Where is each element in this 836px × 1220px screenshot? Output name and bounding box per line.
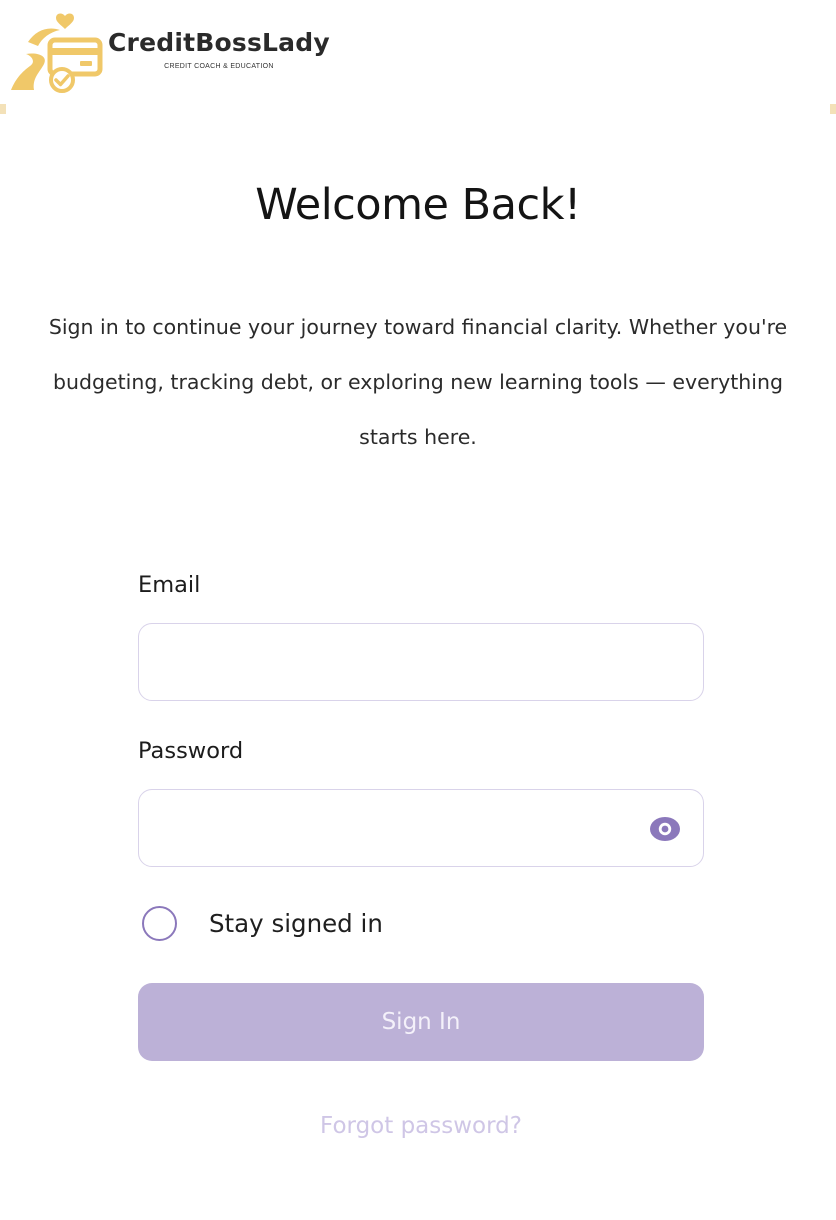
forgot-password-link[interactable]: Forgot password? [138,1113,704,1139]
stay-signed-in-label: Stay signed in [209,909,383,938]
page-title: Welcome Back! [255,180,581,230]
sign-in-button[interactable]: Sign In [138,983,704,1061]
stay-signed-in-option[interactable]: Stay signed in [142,906,383,941]
email-field-box [138,623,704,701]
password-field[interactable] [139,790,703,866]
header-edge [830,104,836,114]
site-header: CreditBossLady CREDIT COACH & EDUCATION [0,0,836,114]
stay-signed-in-radio[interactable] [142,906,177,941]
header-edge [0,104,6,114]
email-field[interactable] [139,624,703,700]
brand-name: CreditBossLady [108,28,330,57]
password-label: Password [138,738,244,764]
login-page: CreditBossLady CREDIT COACH & EDUCATION … [0,0,836,1220]
intro-text: Sign in to continue your journey toward … [48,315,788,449]
brand-tagline: CREDIT COACH & EDUCATION [164,63,274,70]
brand-text: CreditBossLady CREDIT COACH & EDUCATION [108,30,330,70]
eye-icon [650,817,680,841]
credit-card-heart-icon [11,13,103,93]
show-password-button[interactable] [649,813,681,845]
brand-logo[interactable]: CreditBossLady CREDIT COACH & EDUCATION [8,12,330,94]
password-field-box [138,789,704,867]
email-label: Email [138,572,201,598]
